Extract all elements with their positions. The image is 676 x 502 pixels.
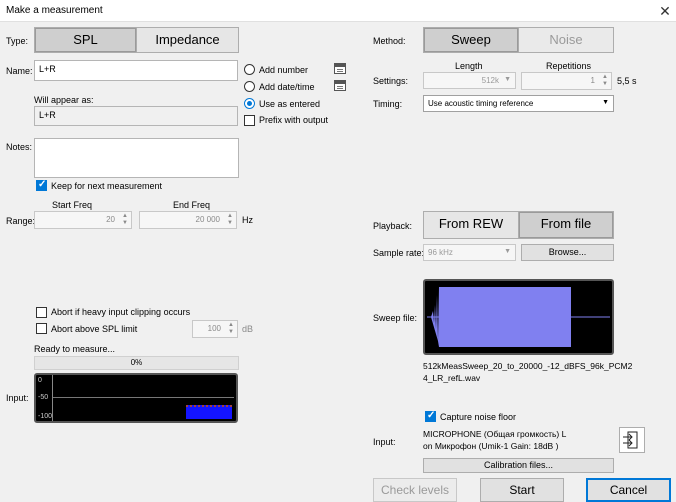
browse-button[interactable]: Browse... [521,244,614,261]
spinner-arrows-icon: ▲ ▼ [227,213,233,226]
spinner-arrows-icon: ▲ ▼ [228,322,234,335]
input-level-meter: 0 -50 -100 [34,373,238,423]
meter-axis [52,375,53,421]
capture-noise-label: Capture noise floor [440,412,517,422]
chevron-down-icon: ▼ [602,99,609,106]
end-freq-spinner[interactable]: 20 000 ▲ ▼ [139,211,237,229]
close-icon[interactable]: ✕ [656,2,674,20]
name-input[interactable]: L+R [34,60,238,81]
cancel-button[interactable]: Cancel [586,478,671,502]
add-datetime-radio[interactable] [244,81,255,92]
abort-spl-checkbox[interactable] [36,323,47,334]
use-as-entered-label: Use as entered [259,99,321,109]
abort-clipping-checkbox[interactable] [36,307,47,318]
input-select-glyph [623,431,638,449]
start-freq-value: 20 [106,215,115,224]
method-sweep-button[interactable]: Sweep [424,28,518,52]
sample-rate-value: 96 kHz [428,248,453,257]
chevron-down-icon: ▼ [504,76,511,83]
length-select[interactable]: 512k ▼ [423,72,516,89]
add-number-radio[interactable] [244,64,255,75]
spl-limit-spinner[interactable]: 100 ▲ ▼ [192,320,238,338]
playback-rew-button[interactable]: From REW [424,212,518,238]
sweep-filename: 512kMeasSweep_20_to_20000_-12_dBFS_96k_P… [423,361,633,383]
meter-midline [53,397,234,398]
repetitions-header: Repetitions [546,61,592,71]
input-label-right: Input: [373,437,396,447]
type-selector: SPL Impedance [34,27,239,53]
method-noise-button[interactable]: Noise [518,28,613,52]
number-format-icon[interactable] [334,63,346,74]
start-button[interactable]: Start [480,478,564,502]
playback-label: Playback: [373,221,413,231]
db-unit: dB [242,324,254,334]
keep-next-checkbox[interactable] [36,179,47,191]
settings-label: Settings: [373,76,409,86]
will-appear-label: Will appear as: [34,95,94,105]
duration-text: 5,5 s [617,76,637,86]
status-text: Ready to measure... [34,344,116,354]
method-selector: Sweep Noise [423,27,614,53]
repetitions-value: 1 [590,76,595,85]
input-device-text: MICROPHONE (Общая громкость) L on Микроф… [423,429,567,451]
keep-next-label: Keep for next measurement [51,181,163,191]
meter-tick-0: 0 [38,377,42,384]
sample-rate-select[interactable]: 96 kHz ▼ [423,244,516,261]
will-appear-value: L+R [34,106,238,126]
spl-limit-value: 100 [207,324,221,333]
chevron-down-icon: ▼ [504,248,511,255]
timing-label: Timing: [373,99,403,109]
abort-clipping-label: Abort if heavy input clipping occurs [51,307,191,317]
sample-rate-label: Sample rate: [373,248,425,258]
meter-level-fill [186,405,232,419]
timing-select[interactable]: Use acoustic timing reference ▼ [423,95,614,112]
capture-noise-checkbox[interactable] [425,410,436,422]
progress-bar: 0% [34,356,239,370]
playback-file-button[interactable]: From file [518,212,613,238]
type-label: Type: [6,36,29,46]
use-as-entered-radio[interactable] [244,98,255,109]
hz-unit: Hz [242,215,253,225]
sweep-file-label: Sweep file: [373,313,418,323]
name-label: Name: [6,66,33,76]
end-freq-value: 20 000 [195,215,220,224]
add-number-label: Add number [259,65,309,75]
start-freq-spinner[interactable]: 20 ▲ ▼ [34,211,132,229]
notes-textarea[interactable] [34,138,239,178]
length-value: 512k [481,76,499,85]
check-levels-button[interactable]: Check levels [373,478,457,502]
window-title: Make a measurement [6,5,103,16]
sweep-waveform [423,279,614,355]
type-impedance-button[interactable]: Impedance [136,28,238,52]
add-datetime-label: Add date/time [259,82,315,92]
length-header: Length [455,61,483,71]
prefix-output-label: Prefix with output [259,115,329,125]
abort-spl-label: Abort above SPL limit [51,324,138,334]
method-label: Method: [373,36,406,46]
end-freq-header: End Freq [173,200,211,210]
meter-tick-100: -100 [38,413,53,420]
prefix-output-checkbox[interactable] [244,115,255,126]
input-label-left: Input: [6,393,29,403]
progress-text: 0% [130,358,143,367]
calendar-icon[interactable] [334,80,346,91]
playback-selector: From REW From file [423,211,614,239]
spinner-arrows-icon: ▲ ▼ [122,213,128,226]
repetitions-spinner[interactable]: 1 ▲ ▼ [521,72,612,90]
timing-value: Use acoustic timing reference [428,99,534,108]
waveform-graphic [427,287,610,347]
notes-label: Notes: [6,142,33,152]
input-select-icon[interactable] [619,427,645,453]
type-spl-button[interactable]: SPL [35,28,136,52]
range-label: Range: [6,216,36,226]
spinner-arrows-icon: ▲ ▼ [602,74,608,87]
start-freq-header: Start Freq [52,200,93,210]
meter-tick-50: -50 [38,394,49,401]
calibration-files-button[interactable]: Calibration files... [423,458,614,473]
